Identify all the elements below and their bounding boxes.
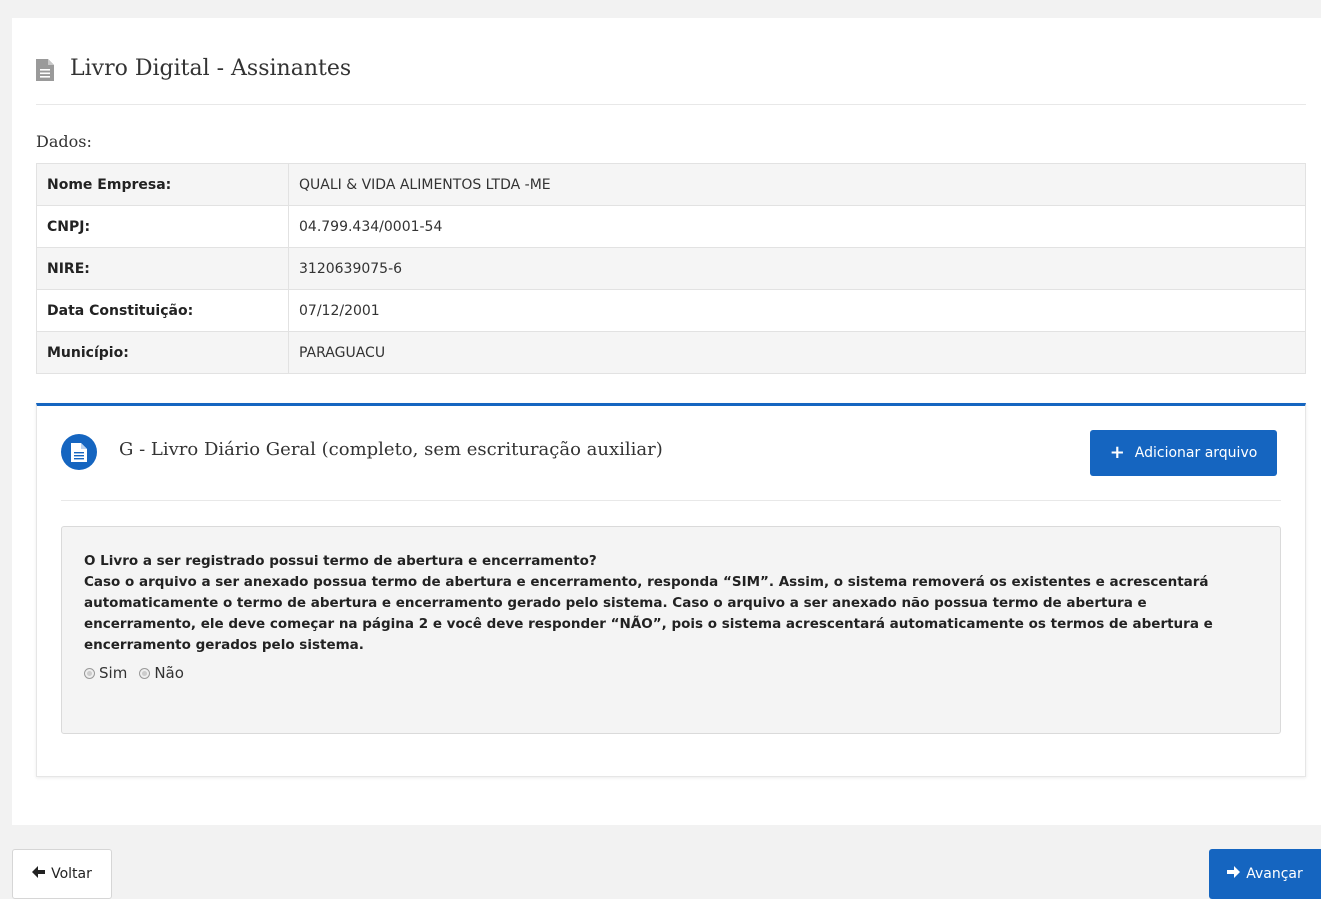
back-label: Voltar [51,866,92,882]
dados-label: Dados: [36,132,92,151]
radio-option-nao[interactable]: Não [139,664,184,682]
book-header: G - Livro Diário Geral (completo, sem es… [61,430,1281,501]
radio-sim-label: Sim [99,664,128,682]
question-description: Caso o arquivo a ser anexado possua term… [84,574,1213,653]
row-key: Município: [36,331,289,374]
main-card: Livro Digital - Assinantes Dados: Nome E… [12,18,1321,825]
add-file-label: Adicionar arquivo [1134,445,1258,461]
row-value: QUALI & VIDA ALIMENTOS LTDA -ME [288,163,1306,206]
radio-nao-label: Não [154,664,184,682]
plus-icon: + [1109,442,1125,463]
row-value: 04.799.434/0001-54 [288,205,1306,248]
back-button[interactable]: Voltar [12,849,112,899]
radio-nao[interactable] [139,667,151,679]
page-header: Livro Digital - Assinantes [36,56,1306,105]
table-row: Data Constituição: 07/12/2001 [36,289,1306,332]
page-title: Livro Digital - Assinantes [70,56,352,81]
table-row: CNPJ: 04.799.434/0001-54 [36,205,1306,248]
company-data-table: Nome Empresa: QUALI & VIDA ALIMENTOS LTD… [36,163,1306,374]
question-title: O Livro a ser registrado possui termo de… [84,553,597,569]
add-file-button[interactable]: + Adicionar arquivo [1090,430,1277,476]
question-box: O Livro a ser registrado possui termo de… [61,526,1281,734]
row-key: NIRE: [36,247,289,290]
table-row: NIRE: 3120639075-6 [36,247,1306,290]
row-key: Data Constituição: [36,289,289,332]
table-row: Nome Empresa: QUALI & VIDA ALIMENTOS LTD… [36,163,1306,206]
answer-radio-group: Sim Não [84,664,1256,682]
book-title: G - Livro Diário Geral (completo, sem es… [119,439,663,460]
file-text-icon [36,59,54,81]
arrow-right-icon [1227,866,1241,882]
next-label: Avançar [1246,866,1303,882]
row-value: PARAGUACU [288,331,1306,374]
next-button[interactable]: Avançar [1209,849,1321,899]
radio-sim[interactable] [84,667,95,679]
row-value: 3120639075-6 [288,247,1306,290]
radio-option-sim[interactable]: Sim [84,664,127,682]
row-value: 07/12/2001 [288,289,1306,332]
book-panel: G - Livro Diário Geral (completo, sem es… [36,403,1306,777]
table-row: Município: PARAGUACU [36,331,1306,374]
row-key: CNPJ: [36,205,289,248]
file-text-icon [61,434,97,470]
arrow-left-icon [32,866,46,882]
row-key: Nome Empresa: [36,163,289,206]
